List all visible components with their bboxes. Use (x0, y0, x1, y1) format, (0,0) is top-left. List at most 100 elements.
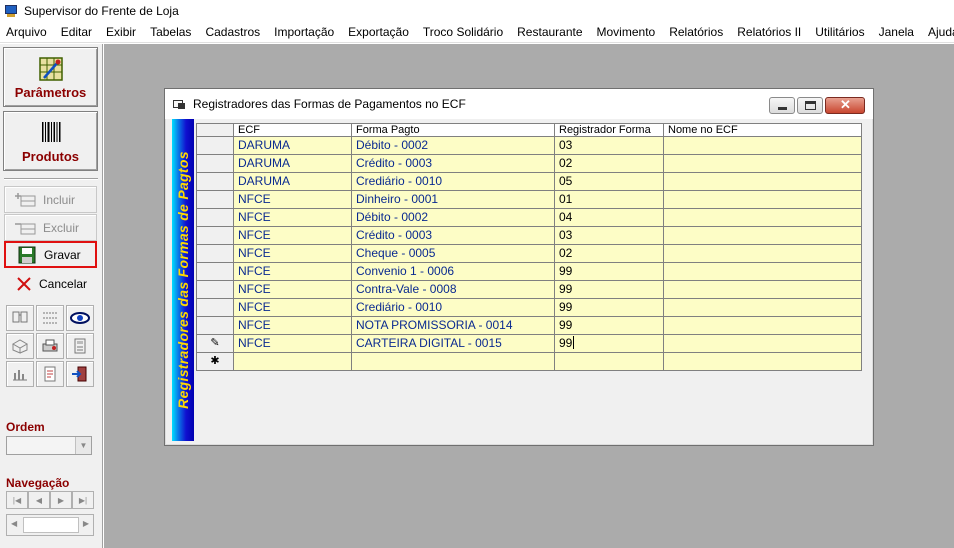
cell-registrador[interactable]: 99 (555, 317, 664, 335)
find-icon[interactable] (6, 305, 34, 331)
next-record-icon[interactable]: ▶ (50, 491, 72, 509)
cell-ecf[interactable]: NFCE (234, 335, 352, 353)
menu-ajuda[interactable]: Ajuda (921, 22, 954, 43)
filter-icon[interactable] (36, 305, 64, 331)
row-indicator[interactable] (196, 263, 234, 281)
cell-registrador[interactable]: 03 (555, 227, 664, 245)
incluir-button[interactable]: Incluir (4, 186, 97, 213)
cell-ecf[interactable]: NFCE (234, 245, 352, 263)
header-forma-pagto[interactable]: Forma Pagto (352, 123, 555, 137)
table-row[interactable]: NFCE Contra-Vale - 0008 99 (196, 281, 862, 299)
row-edit-indicator[interactable]: ✎ (196, 335, 234, 353)
row-indicator[interactable] (196, 299, 234, 317)
table-row[interactable]: DARUMA Crediário - 0010 05 (196, 173, 862, 191)
cell-ecf[interactable]: NFCE (234, 281, 352, 299)
cell-forma-pagto[interactable]: NOTA PROMISSORIA - 0014 (352, 317, 555, 335)
cell-forma-pagto[interactable]: Crediário - 0010 (352, 173, 555, 191)
menu-tabelas[interactable]: Tabelas (143, 22, 198, 43)
cell-registrador-value[interactable]: 99 (559, 336, 572, 350)
cell-forma-pagto[interactable]: Crédito - 0003 (352, 227, 555, 245)
cell-forma-pagto[interactable]: CARTEIRA DIGITAL - 0015 (352, 335, 555, 353)
excluir-button[interactable]: Excluir (4, 214, 97, 241)
cell-registrador[interactable]: 03 (555, 137, 664, 155)
chevron-down-icon[interactable]: ▼ (75, 437, 91, 454)
table-row[interactable]: NFCE NOTA PROMISSORIA - 0014 99 (196, 317, 862, 335)
header-ecf[interactable]: ECF (234, 123, 352, 137)
menu-arquivo[interactable]: Arquivo (0, 22, 54, 43)
row-indicator[interactable] (196, 137, 234, 155)
cell-ecf[interactable]: NFCE (234, 263, 352, 281)
table-row[interactable]: DARUMA Débito - 0002 03 (196, 137, 862, 155)
new-cell-registrador[interactable] (555, 353, 664, 371)
minimize-button[interactable] (769, 97, 795, 114)
cancelar-button[interactable]: Cancelar (4, 270, 97, 297)
row-indicator[interactable] (196, 227, 234, 245)
cell-ecf[interactable]: DARUMA (234, 137, 352, 155)
cell-registrador[interactable]: 01 (555, 191, 664, 209)
row-indicator[interactable] (196, 245, 234, 263)
cell-forma-pagto[interactable]: Dinheiro - 0001 (352, 191, 555, 209)
menu-cadastros[interactable]: Cadastros (198, 22, 267, 43)
cell-forma-pagto[interactable]: Crediário - 0010 (352, 299, 555, 317)
cell-nome-ecf[interactable] (664, 263, 862, 281)
first-record-icon[interactable]: |◀ (6, 491, 28, 509)
cell-nome-ecf[interactable] (664, 299, 862, 317)
navigation-scroll[interactable]: ◀ ▶ (6, 514, 94, 536)
menu-utilitarios[interactable]: Utilitários (808, 22, 871, 43)
table-row[interactable]: NFCE Crediário - 0010 99 (196, 299, 862, 317)
cell-forma-pagto[interactable]: Crédito - 0003 (352, 155, 555, 173)
menu-exportacao[interactable]: Exportação (341, 22, 416, 43)
cell-nome-ecf[interactable] (664, 335, 862, 353)
header-registrador-forma[interactable]: Registrador Forma (555, 123, 664, 137)
new-cell-forma-pagto[interactable] (352, 353, 555, 371)
cell-ecf[interactable]: NFCE (234, 227, 352, 245)
cell-forma-pagto[interactable]: Convenio 1 - 0006 (352, 263, 555, 281)
new-record-row[interactable]: ✱ (196, 353, 862, 371)
cell-registrador[interactable]: 04 (555, 209, 664, 227)
print-icon[interactable] (36, 333, 64, 359)
cell-nome-ecf[interactable] (664, 155, 862, 173)
row-indicator[interactable] (196, 281, 234, 299)
cell-nome-ecf[interactable] (664, 317, 862, 335)
cell-ecf[interactable]: DARUMA (234, 155, 352, 173)
produtos-button[interactable]: Produtos (3, 111, 98, 171)
navigation-input[interactable] (23, 517, 79, 533)
maximize-button[interactable] (797, 97, 823, 114)
table-row[interactable]: NFCE Crédito - 0003 03 (196, 227, 862, 245)
menu-importacao[interactable]: Importação (267, 22, 341, 43)
menu-relatorios-ii[interactable]: Relatórios II (730, 22, 808, 43)
cell-ecf[interactable]: NFCE (234, 299, 352, 317)
menu-editar[interactable]: Editar (54, 22, 99, 43)
row-indicator[interactable] (196, 155, 234, 173)
row-new-indicator[interactable]: ✱ (196, 353, 234, 371)
cell-forma-pagto[interactable]: Débito - 0002 (352, 209, 555, 227)
box-icon[interactable] (6, 333, 34, 359)
table-row[interactable]: NFCE Débito - 0002 04 (196, 209, 862, 227)
scroll-left-icon[interactable]: ◀ (11, 519, 17, 528)
menu-relatorios[interactable]: Relatórios (662, 22, 730, 43)
window-title-bar[interactable]: Registradores das Formas de Pagamentos n… (165, 89, 873, 119)
cell-ecf[interactable]: NFCE (234, 209, 352, 227)
exit-door-icon[interactable] (66, 361, 94, 387)
cell-ecf[interactable]: DARUMA (234, 173, 352, 191)
gravar-button[interactable]: Gravar (4, 241, 97, 268)
header-nome-no-ecf[interactable]: Nome no ECF (664, 123, 862, 137)
cell-ecf[interactable]: NFCE (234, 317, 352, 335)
cell-registrador[interactable]: 02 (555, 155, 664, 173)
table-row-editing[interactable]: ✎ NFCE CARTEIRA DIGITAL - 0015 99 (196, 335, 862, 353)
row-indicator[interactable] (196, 191, 234, 209)
cell-forma-pagto[interactable]: Cheque - 0005 (352, 245, 555, 263)
ordem-select[interactable]: ▼ (6, 436, 92, 455)
table-row[interactable]: DARUMA Crédito - 0003 02 (196, 155, 862, 173)
scroll-right-icon[interactable]: ▶ (83, 519, 89, 528)
menu-movimento[interactable]: Movimento (590, 22, 663, 43)
row-indicator[interactable] (196, 317, 234, 335)
menu-restaurante[interactable]: Restaurante (510, 22, 589, 43)
row-indicator[interactable] (196, 209, 234, 227)
row-indicator[interactable] (196, 173, 234, 191)
document-icon[interactable] (36, 361, 64, 387)
cell-nome-ecf[interactable] (664, 281, 862, 299)
eye-icon[interactable] (66, 305, 94, 331)
cell-forma-pagto[interactable]: Débito - 0002 (352, 137, 555, 155)
cell-nome-ecf[interactable] (664, 191, 862, 209)
